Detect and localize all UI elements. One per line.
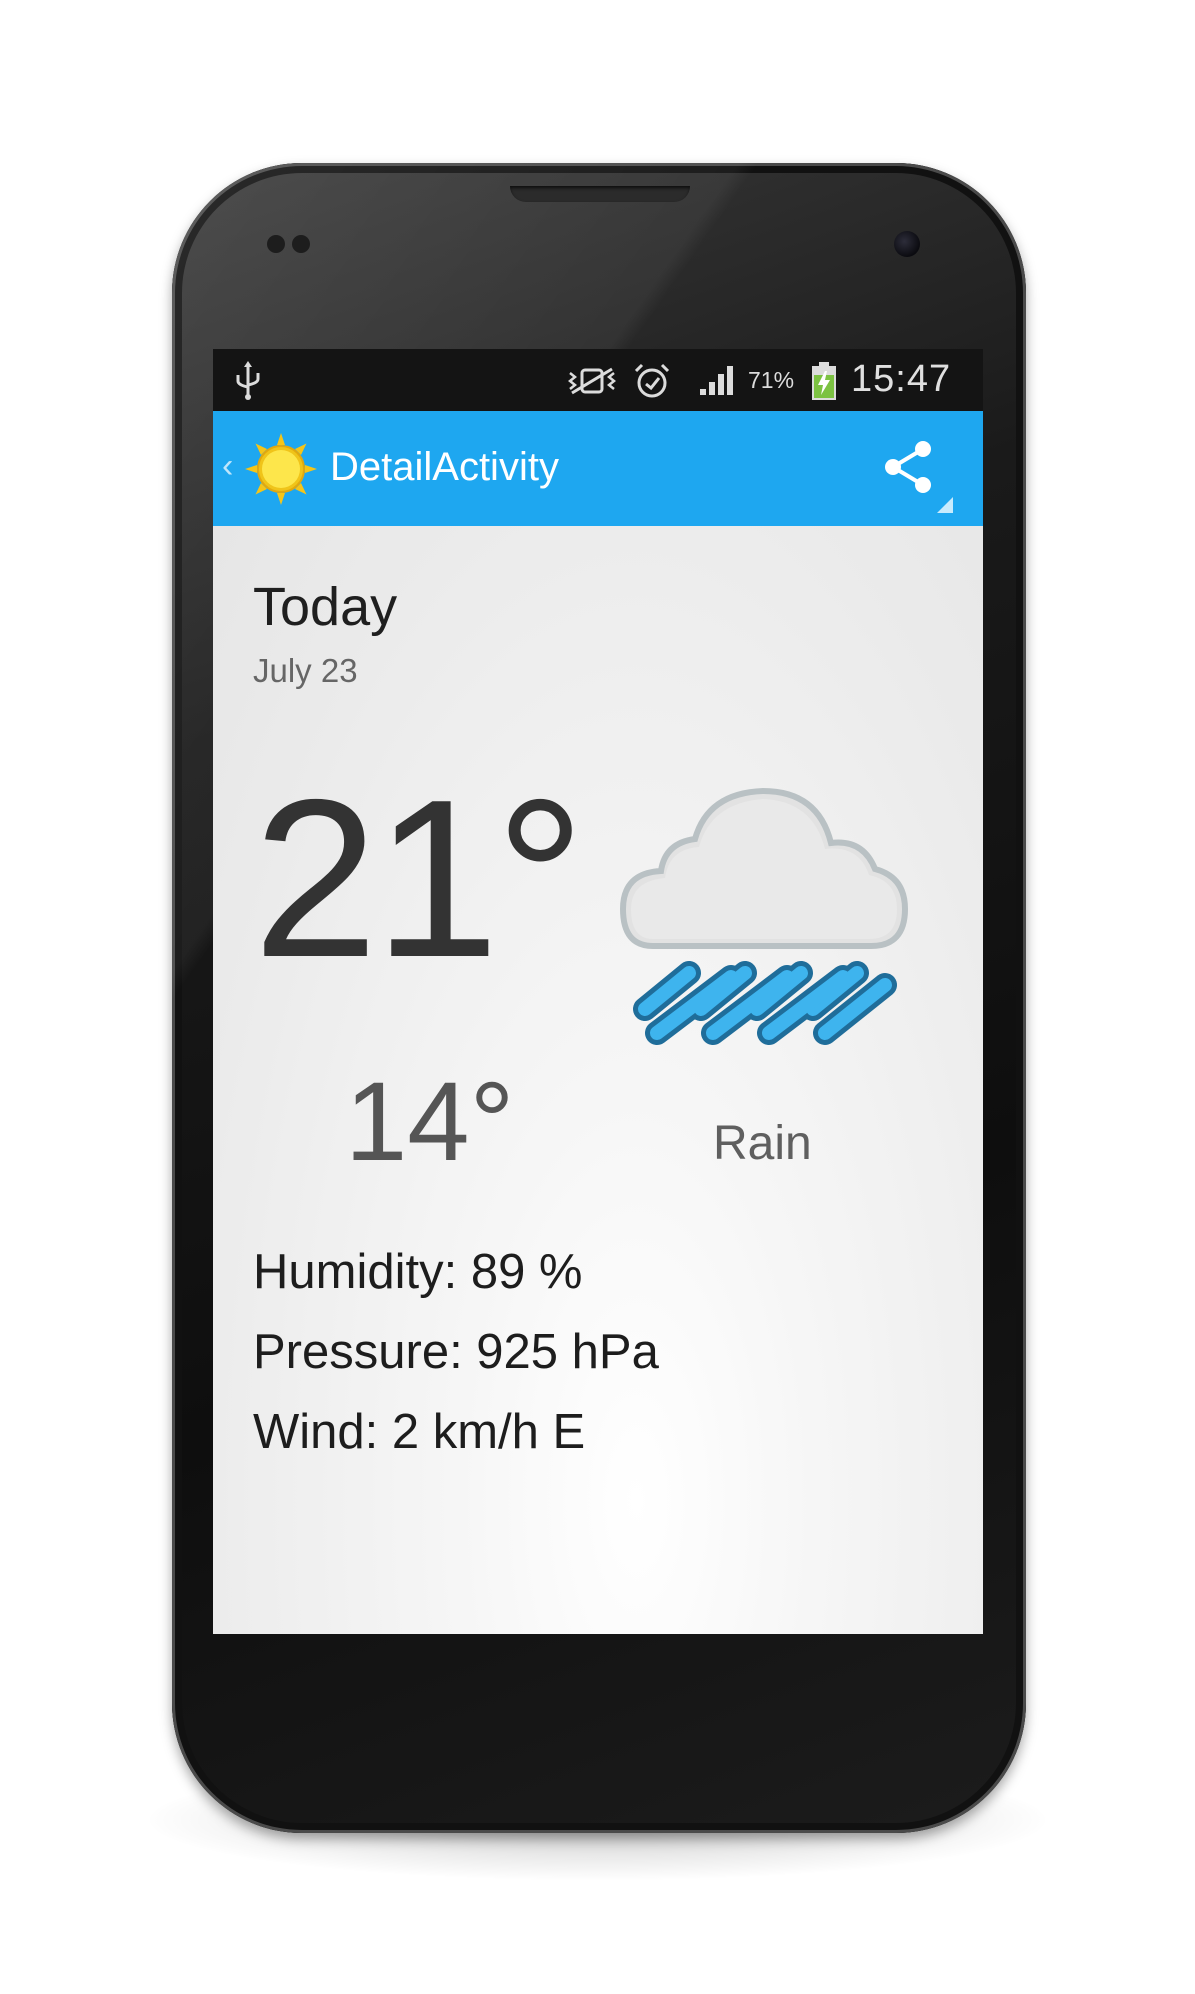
battery-charging-icon	[812, 362, 836, 400]
wind-text: Wind: 2 km/h E	[253, 1405, 586, 1459]
alarm-icon	[634, 363, 670, 398]
proximity-sensor	[267, 235, 285, 253]
high-temperature: 21°	[253, 752, 585, 1004]
status-clock: 15:47	[851, 358, 952, 400]
overflow-indicator-icon	[937, 497, 953, 513]
pressure-text: Pressure: 925 hPa	[253, 1325, 659, 1379]
status-bar: 71% 15:47	[213, 349, 983, 411]
phone-earpiece	[510, 186, 690, 202]
usb-icon	[236, 361, 260, 400]
day-label: Today	[253, 577, 398, 637]
low-temperature: 14°	[345, 1059, 515, 1184]
share-icon[interactable]	[881, 439, 937, 495]
device-screen: 71% 15:47 ‹ DetailActivity Today July 23…	[213, 349, 983, 1634]
mute-vibrate-icon	[568, 367, 616, 395]
battery-percent: 71%	[748, 367, 795, 393]
sun-icon[interactable]	[245, 433, 317, 505]
action-bar: ‹ DetailActivity	[213, 411, 983, 526]
date-label: July 23	[253, 652, 358, 689]
up-navigation-caret-icon[interactable]: ‹	[222, 447, 233, 486]
rain-cloud-icon	[619, 787, 909, 1045]
condition-label: Rain	[713, 1117, 812, 1170]
action-bar-title: DetailActivity	[330, 445, 559, 489]
detail-content: Today July 23 21° 14° Rain Humidity: 89 …	[213, 526, 983, 1634]
light-sensor	[292, 235, 310, 253]
signal-icon	[700, 366, 733, 395]
front-camera	[894, 231, 920, 257]
humidity-text: Humidity: 89 %	[253, 1245, 583, 1299]
